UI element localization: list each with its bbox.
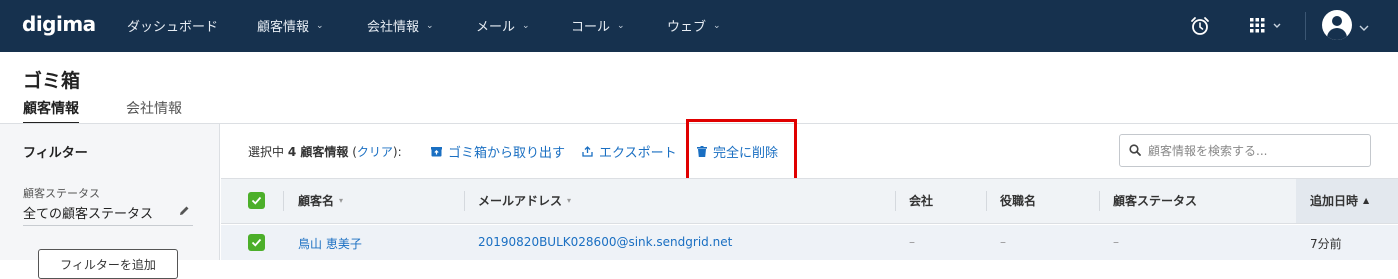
apps-grid-icon[interactable]: [1250, 18, 1282, 38]
nav-web-label: ウェブ: [667, 20, 707, 35]
sort-icon: ▾: [339, 196, 344, 205]
nav-companies[interactable]: 会社情報 ⌄: [367, 16, 434, 35]
edit-icon[interactable]: [179, 205, 190, 219]
column-header-company[interactable]: 会社: [909, 192, 933, 209]
select-all-checkbox[interactable]: [248, 192, 265, 209]
table-header: [221, 178, 1398, 224]
top-navbar: digima ダッシュボード 顧客情報 ⌄ 会社情報 ⌄ メール ⌄ コール ⌄…: [0, 0, 1398, 52]
column-header-added-label: 追加日時: [1310, 194, 1359, 208]
nav-mail[interactable]: メール ⌄: [476, 16, 530, 35]
restore-label: ゴミ箱から取り出す: [448, 146, 566, 161]
search-icon: [1129, 141, 1141, 160]
status-filter-underline: [23, 225, 193, 226]
alarm-clock-icon[interactable]: [1189, 15, 1211, 41]
nav-companies-label: 会社情報: [367, 20, 420, 35]
export-button[interactable]: エクスポート: [582, 142, 677, 161]
column-header-status[interactable]: 顧客ステータス: [1113, 192, 1197, 209]
search-input[interactable]: [1148, 143, 1358, 158]
sort-asc-icon: ▲: [1363, 196, 1370, 205]
highlight-box: [686, 119, 797, 181]
customer-email-link[interactable]: 20190820BULK028600@sink.sendgrid.net: [478, 235, 732, 249]
nav-call[interactable]: コール ⌄: [571, 16, 625, 35]
column-header-status-label: 顧客ステータス: [1113, 194, 1198, 208]
nav-mail-label: メール: [476, 20, 516, 35]
column-header-title-label: 役職名: [1000, 194, 1037, 208]
user-avatar-icon[interactable]: [1322, 10, 1352, 40]
row-checkbox[interactable]: [248, 234, 265, 251]
clear-selection-link[interactable]: クリア: [357, 145, 393, 159]
chevron-down-icon: ⌄: [522, 20, 530, 31]
chevron-down-icon: ⌄: [426, 20, 434, 31]
filter-sidebar: フィルター 顧客ステータス 全ての顧客ステータス フィルターを追加: [0, 124, 220, 279]
nav-dashboard[interactable]: ダッシュボード: [127, 16, 218, 35]
cell-added: 7分前: [1310, 237, 1342, 251]
column-header-email-label: メールアドレス: [478, 194, 563, 208]
nav-divider: [1305, 12, 1306, 40]
restore-box-icon: [431, 146, 442, 157]
table-row[interactable]: [221, 225, 1398, 260]
nav-call-label: コール: [571, 20, 611, 35]
column-header-email[interactable]: メールアドレス ▾: [478, 192, 571, 209]
nav-web[interactable]: ウェブ ⌄: [667, 16, 721, 35]
selection-prefix: 選択中: [248, 145, 285, 159]
column-header-added[interactable]: 追加日時 ▲: [1310, 192, 1369, 209]
column-divider: [1099, 191, 1100, 211]
column-divider: [464, 191, 465, 211]
digima-logo[interactable]: digima: [22, 12, 96, 36]
selection-info: 選択中 4 顧客情報 (クリア):: [248, 143, 402, 160]
selection-count: 4 顧客情報: [287, 145, 349, 159]
chevron-down-icon: ⌄: [713, 20, 721, 31]
column-divider: [283, 191, 284, 211]
cell-company: –: [909, 235, 915, 249]
add-filter-button[interactable]: フィルターを追加: [38, 249, 178, 279]
clear-paren-close: ):: [392, 145, 402, 159]
page-title: ゴミ箱: [23, 70, 81, 92]
export-icon: [582, 146, 593, 157]
nav-customers-label: 顧客情報: [257, 20, 310, 35]
cell-status: –: [1113, 235, 1119, 249]
filter-title: フィルター: [23, 146, 88, 161]
column-header-name[interactable]: 顧客名 ▾: [298, 192, 343, 209]
cell-title: –: [1000, 235, 1006, 249]
tab-companies[interactable]: 会社情報: [126, 98, 182, 118]
column-divider: [986, 191, 987, 211]
nav-dashboard-label: ダッシュボード: [127, 20, 219, 35]
chevron-down-icon[interactable]: [1359, 18, 1369, 37]
sort-icon: ▾: [567, 196, 572, 205]
chevron-down-icon: ⌄: [316, 20, 324, 31]
column-header-title[interactable]: 役職名: [1000, 192, 1036, 209]
column-divider: [895, 191, 896, 211]
status-filter-value[interactable]: 全ての顧客ステータス: [23, 203, 153, 222]
nav-customers[interactable]: 顧客情報 ⌄: [257, 16, 324, 35]
customer-search[interactable]: [1119, 134, 1371, 167]
restore-from-trash-button[interactable]: ゴミ箱から取り出す: [431, 142, 565, 161]
column-header-company-label: 会社: [909, 194, 934, 208]
customer-name-link[interactable]: 鳥山 恵美子: [298, 235, 362, 252]
column-header-name-label: 顧客名: [298, 194, 335, 208]
status-filter-label: 顧客ステータス: [23, 187, 100, 200]
export-label: エクスポート: [599, 146, 677, 161]
tab-customers[interactable]: 顧客情報: [23, 98, 79, 125]
chevron-down-icon: ⌄: [617, 20, 625, 31]
